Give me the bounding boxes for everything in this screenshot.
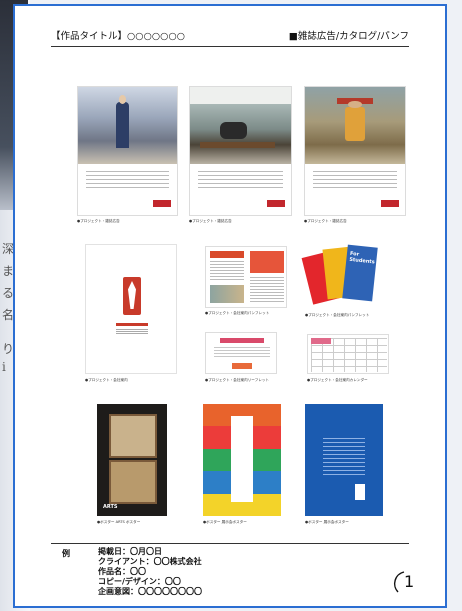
- credit-line: 企画意図：〇〇〇〇〇〇〇〇: [98, 587, 202, 596]
- thumbnail-caption: ●プロジェクト・会社案内パンフレット: [205, 311, 270, 315]
- credit-line: クライアント：〇〇株式会社: [98, 557, 202, 566]
- thumbnail-caption: ●ポスター 展示会ポスター: [305, 520, 349, 524]
- calendar-thumbnail[interactable]: [307, 334, 389, 374]
- exhibition-poster-thumbnail[interactable]: [203, 404, 281, 516]
- credit-line: コピー/デザイン：〇〇: [98, 577, 181, 586]
- thumbnail-caption: ●プロジェクト・会社案内: [85, 378, 128, 382]
- thumbnail-caption: ●プロジェクト・雑誌広告: [77, 219, 120, 223]
- category-label: ■雑誌広告/カタログ/パンフ: [288, 31, 409, 42]
- company-brochure-cover[interactable]: [85, 244, 177, 374]
- thumbnail-caption: ●プロジェクト・雑誌広告: [304, 219, 347, 223]
- magazine-ad-thumbnail[interactable]: [304, 86, 406, 216]
- for-students-title: For Students: [349, 250, 375, 266]
- magazine-ad-thumbnail[interactable]: [77, 86, 178, 216]
- credits-block: 掲載日：〇月〇日 クライアント：〇〇株式会社 作品名：〇〇 コピー/デザイン：〇…: [98, 547, 202, 597]
- example-label: 例: [62, 549, 70, 558]
- page-header: 【作品タイトル】○○○○○○○ ■雑誌広告/カタログ/パンフ: [51, 24, 409, 47]
- thumbnail-caption: ●プロジェクト・会社案内パンフレット: [305, 313, 370, 317]
- portfolio-page: 【作品タイトル】○○○○○○○ ■雑誌広告/カタログ/パンフ ●プロジェクト・雑…: [13, 4, 447, 608]
- page-number-text: 1: [404, 572, 415, 591]
- page-number: 1: [392, 566, 422, 596]
- arts-poster-title: ARTS: [103, 504, 118, 510]
- credit-line: 作品名：〇〇: [98, 567, 146, 576]
- thumbnail-caption: ●プロジェクト・会社案内カレンダー: [307, 378, 368, 382]
- magazine-ad-thumbnail[interactable]: [189, 86, 292, 216]
- thumbnail-caption: ●プロジェクト・会社案内リーフレット: [205, 378, 270, 382]
- background-glyph: i: [2, 360, 6, 374]
- thumbnail-caption: ●プロジェクト・雑誌広告: [189, 219, 232, 223]
- brochure-spread-thumbnail[interactable]: [205, 246, 287, 308]
- footer-rule: [51, 543, 409, 544]
- thumbnail-caption: ●ポスター 展示会ポスター: [203, 520, 247, 524]
- exhibition-poster-thumbnail[interactable]: [305, 404, 383, 516]
- for-students-pamphlets[interactable]: For Students: [301, 244, 391, 310]
- credit-line: 掲載日：〇月〇日: [98, 547, 162, 556]
- thumbnail-caption: ●ポスター ARTS ポスター: [97, 520, 141, 524]
- arts-poster-thumbnail[interactable]: ARTS: [97, 404, 167, 516]
- work-title: 【作品タイトル】○○○○○○○: [51, 31, 186, 42]
- leaflet-thumbnail[interactable]: [205, 332, 277, 374]
